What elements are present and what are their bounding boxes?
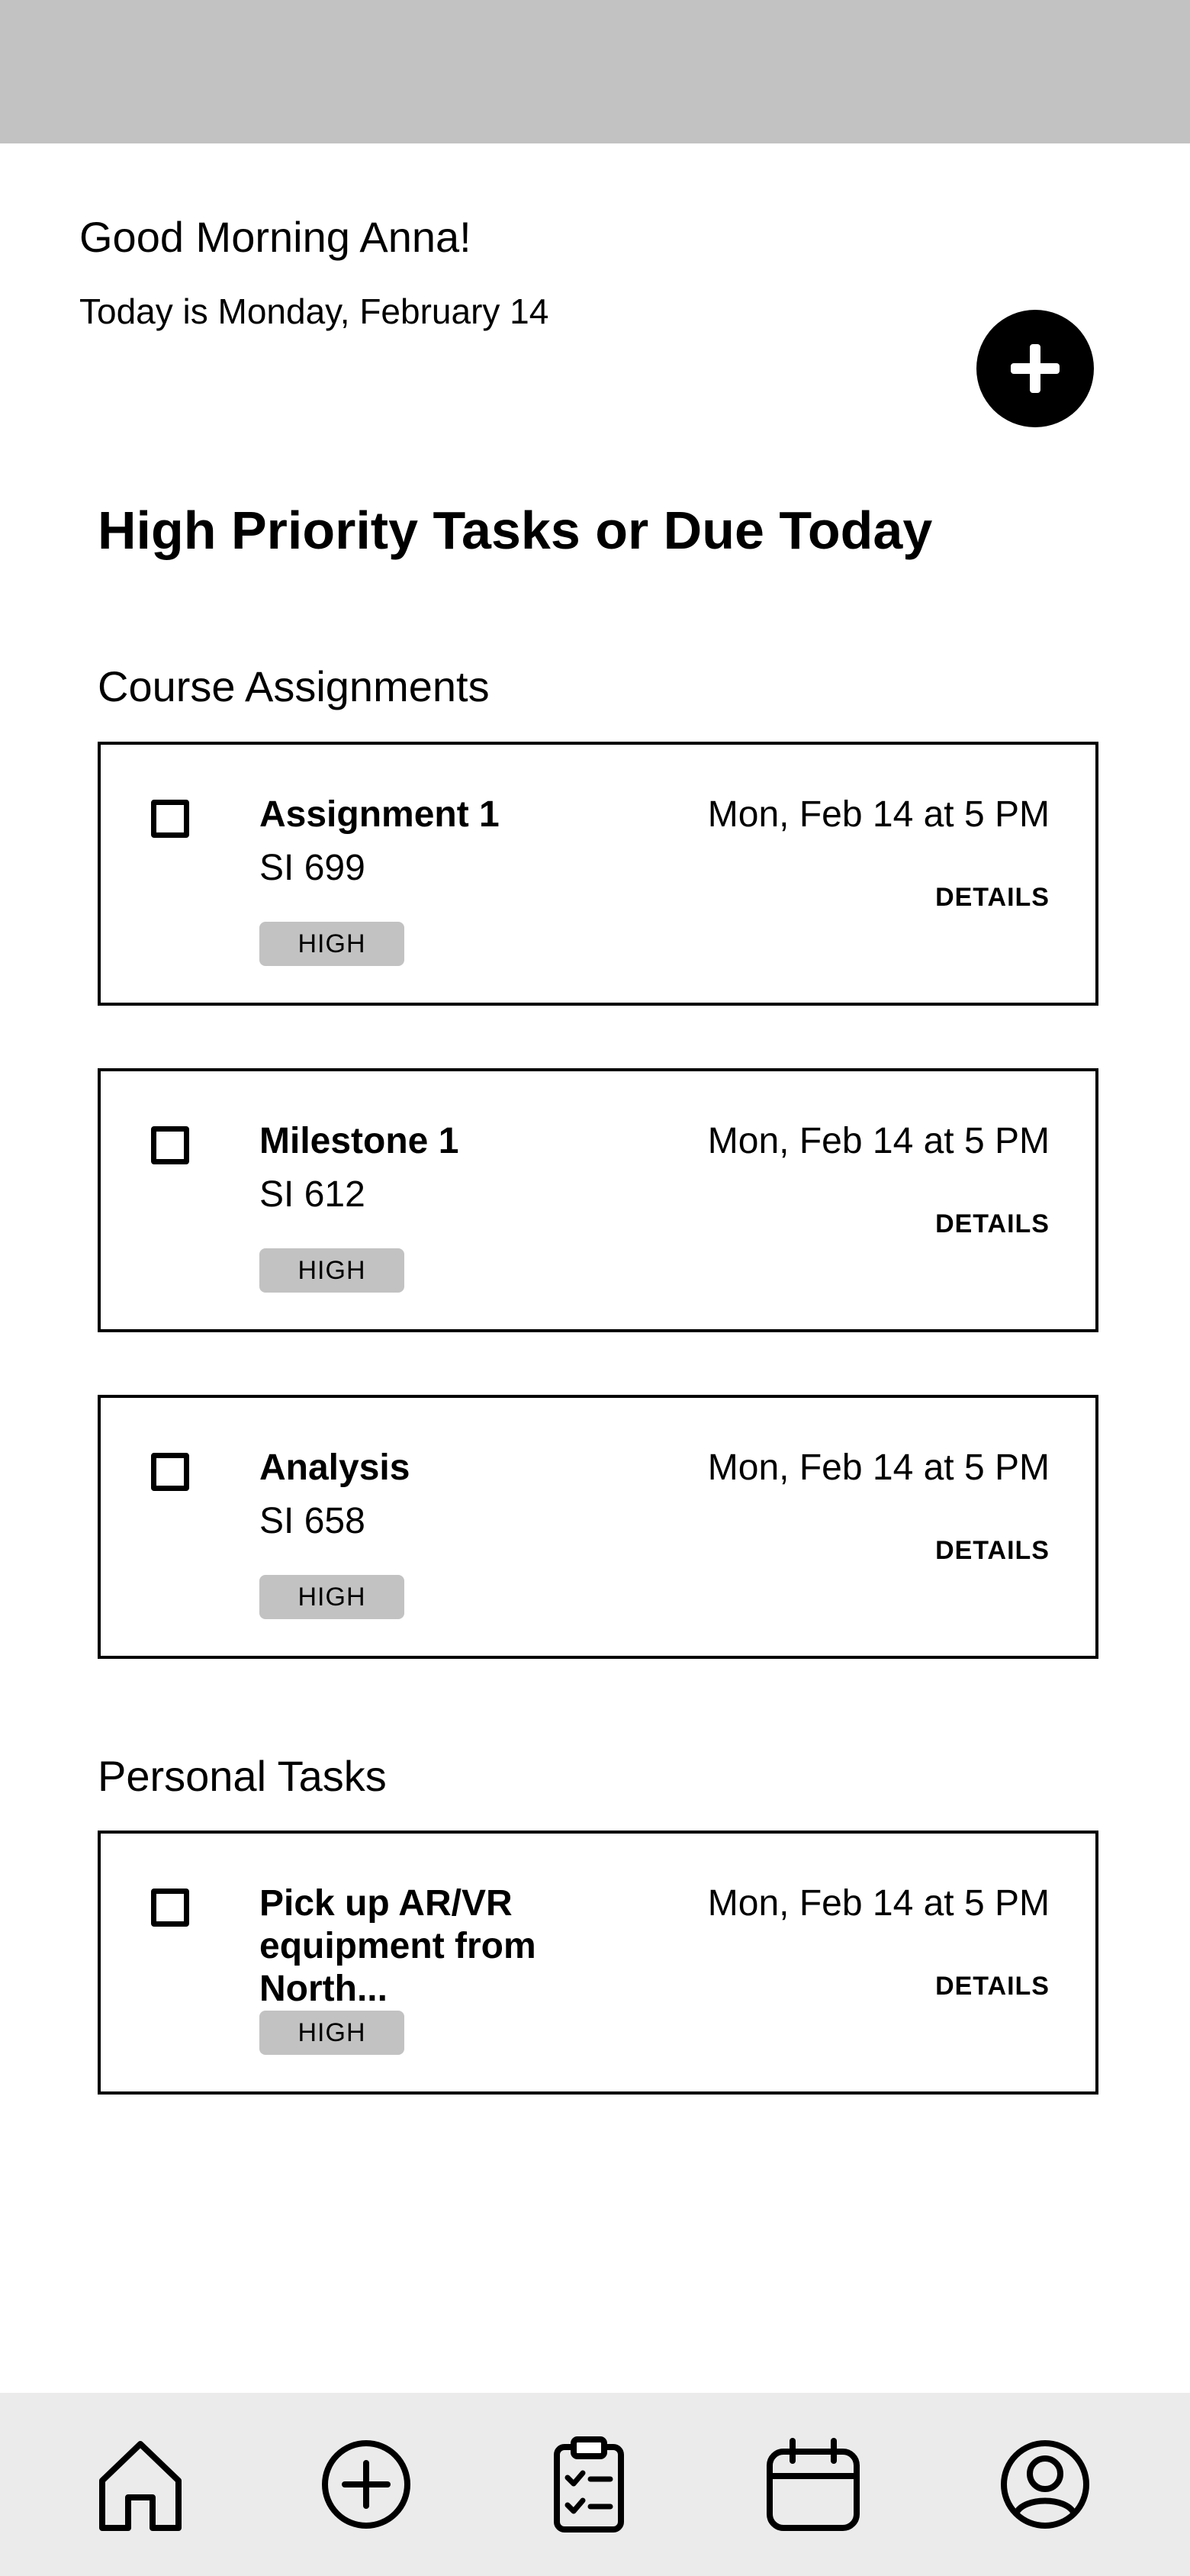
priority-badge: HIGH — [259, 922, 404, 966]
task-checkbox[interactable] — [151, 1453, 189, 1491]
task-title: Assignment 1 — [259, 794, 500, 835]
status-bar — [0, 0, 1190, 143]
nav-profile[interactable] — [992, 2431, 1098, 2538]
priority-badge: HIGH — [259, 1575, 404, 1619]
nav-home[interactable] — [87, 2431, 194, 2538]
task-card[interactable]: Pick up AR/VR equipment from North... HI… — [98, 1831, 1098, 2095]
task-title: Pick up AR/VR equipment from North... — [259, 1883, 536, 2009]
group-label-personal-tasks: Personal Tasks — [98, 1752, 387, 1800]
task-card[interactable]: Assignment 1 SI 699 HIGH Mon, Feb 14 at … — [98, 742, 1098, 1006]
group-label-course-assignments: Course Assignments — [98, 662, 490, 710]
task-checkbox[interactable] — [151, 1889, 189, 1927]
task-course: SI 699 — [259, 848, 365, 888]
nav-calendar[interactable] — [760, 2431, 867, 2538]
task-course: SI 612 — [259, 1174, 365, 1215]
details-link[interactable]: DETAILS — [935, 1535, 1050, 1566]
task-card[interactable]: Analysis SI 658 HIGH Mon, Feb 14 at 5 PM… — [98, 1395, 1098, 1659]
task-due-date: Mon, Feb 14 at 5 PM — [707, 1883, 1050, 1924]
task-checkbox[interactable] — [151, 1126, 189, 1164]
priority-badge: HIGH — [259, 2011, 404, 2055]
home-icon — [99, 2441, 182, 2531]
task-due-date: Mon, Feb 14 at 5 PM — [707, 1447, 1050, 1488]
task-title: Milestone 1 — [259, 1121, 459, 1161]
bottom-navigation — [0, 2393, 1190, 2576]
priority-badge: HIGH — [259, 1248, 404, 1293]
profile-icon — [1001, 2440, 1089, 2529]
add-task-button[interactable] — [976, 310, 1094, 427]
plus-icon — [1011, 344, 1060, 393]
task-card[interactable]: Milestone 1 SI 612 HIGH Mon, Feb 14 at 5… — [98, 1068, 1098, 1332]
task-title: Analysis — [259, 1447, 410, 1488]
date-text: Today is Monday, February 14 — [79, 291, 549, 331]
task-due-date: Mon, Feb 14 at 5 PM — [707, 794, 1050, 835]
add-circle-icon — [322, 2440, 410, 2529]
nav-add[interactable] — [313, 2431, 420, 2538]
greeting-text: Good Morning Anna! — [79, 213, 471, 261]
page-title: High Priority Tasks or Due Today — [98, 501, 933, 560]
clipboard-checklist-icon — [554, 2436, 624, 2533]
nav-tasks[interactable] — [536, 2431, 642, 2538]
task-due-date: Mon, Feb 14 at 5 PM — [707, 1121, 1050, 1161]
details-link[interactable]: DETAILS — [935, 1209, 1050, 1239]
task-course: SI 658 — [259, 1501, 365, 1541]
calendar-icon — [767, 2438, 860, 2531]
task-checkbox[interactable] — [151, 800, 189, 838]
details-link[interactable]: DETAILS — [935, 882, 1050, 913]
details-link[interactable]: DETAILS — [935, 1971, 1050, 2001]
